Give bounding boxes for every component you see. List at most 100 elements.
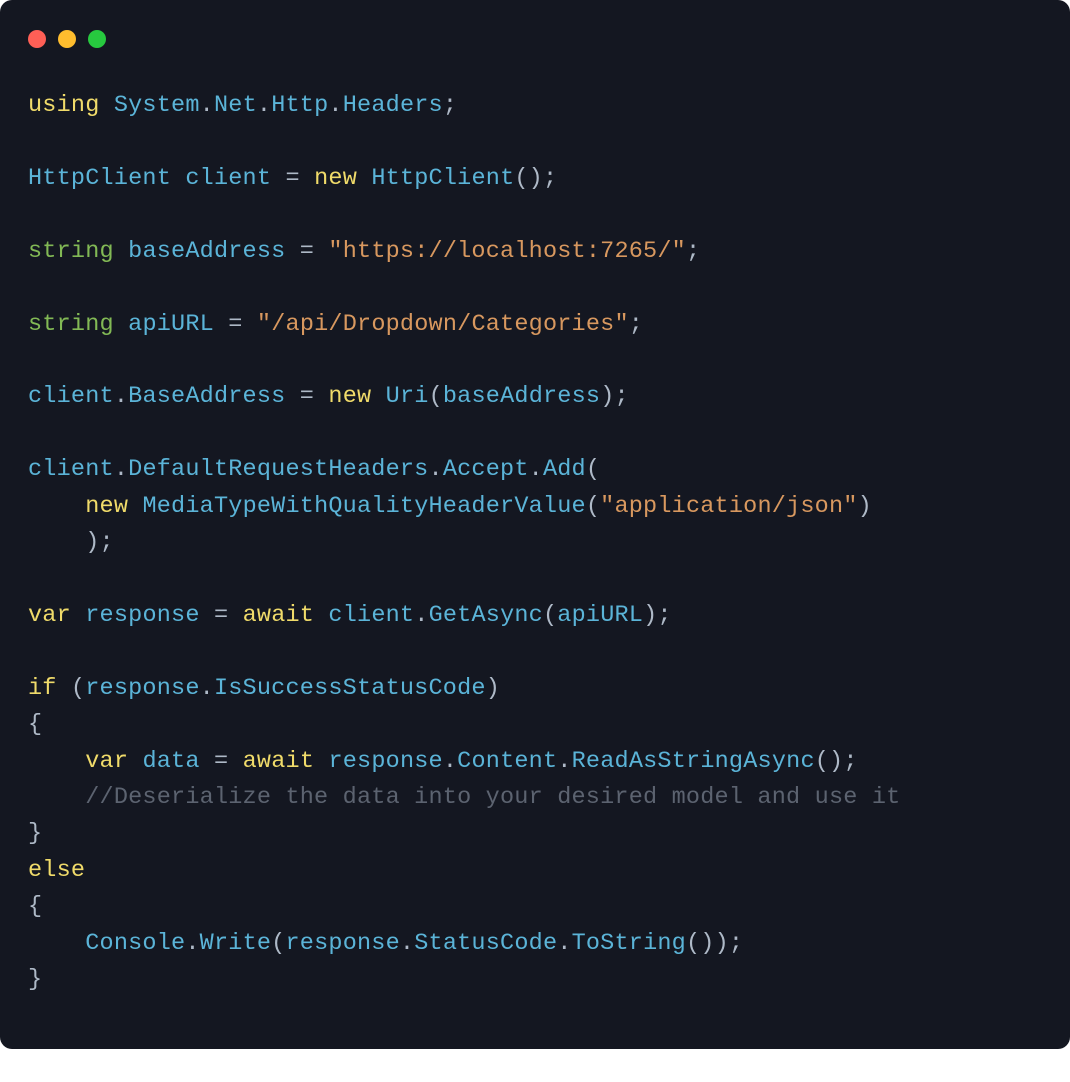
code-token bbox=[128, 493, 142, 520]
code-token: . bbox=[429, 456, 443, 483]
code-token: HttpClient bbox=[371, 165, 514, 192]
code-token: ( bbox=[586, 456, 600, 483]
code-token: "/api/Dropdown/Categories" bbox=[257, 311, 629, 338]
code-token: BaseAddress bbox=[128, 383, 285, 410]
code-token: ()); bbox=[686, 930, 743, 957]
code-token: ( bbox=[429, 383, 443, 410]
close-icon[interactable] bbox=[28, 30, 46, 48]
code-token: ; bbox=[686, 238, 700, 265]
code-token: Console bbox=[85, 930, 185, 957]
code-token: = bbox=[300, 238, 314, 265]
code-token: baseAddress bbox=[128, 238, 285, 265]
code-token: . bbox=[200, 675, 214, 702]
code-token: ); bbox=[643, 602, 672, 629]
code-token: Net bbox=[214, 92, 257, 119]
code-token: ; bbox=[443, 92, 457, 119]
code-token: { bbox=[28, 893, 42, 920]
code-token: await bbox=[243, 602, 315, 629]
code-token bbox=[228, 602, 242, 629]
code-token: new bbox=[85, 493, 128, 520]
code-token bbox=[200, 602, 214, 629]
code-token: Headers bbox=[343, 92, 443, 119]
code-token bbox=[28, 493, 85, 520]
code-token: Write bbox=[200, 930, 272, 957]
code-token: = bbox=[214, 748, 228, 775]
code-token: else bbox=[28, 857, 85, 884]
code-token: . bbox=[257, 92, 271, 119]
code-token: DefaultRequestHeaders bbox=[128, 456, 428, 483]
minimize-icon[interactable] bbox=[58, 30, 76, 48]
code-token: = bbox=[228, 311, 242, 338]
code-token bbox=[214, 311, 228, 338]
code-token: response bbox=[285, 930, 399, 957]
code-token: string bbox=[28, 311, 114, 338]
code-token: . bbox=[557, 748, 571, 775]
code-token: apiURL bbox=[557, 602, 643, 629]
code-token: (); bbox=[815, 748, 858, 775]
code-token: . bbox=[443, 748, 457, 775]
window-titlebar bbox=[0, 0, 1070, 58]
code-token: response bbox=[85, 675, 199, 702]
code-token: ( bbox=[543, 602, 557, 629]
code-token bbox=[300, 165, 314, 192]
code-token: ( bbox=[57, 675, 86, 702]
code-token: ; bbox=[629, 311, 643, 338]
code-token: . bbox=[400, 930, 414, 957]
code-token bbox=[228, 748, 242, 775]
code-token: { bbox=[28, 711, 42, 738]
code-token bbox=[200, 748, 214, 775]
code-token: apiURL bbox=[128, 311, 214, 338]
code-token bbox=[314, 383, 328, 410]
code-token: . bbox=[114, 383, 128, 410]
code-token: client bbox=[185, 165, 271, 192]
code-token bbox=[271, 165, 285, 192]
code-token: IsSuccessStatusCode bbox=[214, 675, 486, 702]
code-token: //Deserialize the data into your desired… bbox=[85, 784, 900, 811]
code-token: response bbox=[328, 748, 442, 775]
code-token: ReadAsStringAsync bbox=[572, 748, 815, 775]
code-block: using System.Net.Http.Headers; HttpClien… bbox=[0, 58, 1070, 999]
code-token: string bbox=[28, 238, 114, 265]
code-token bbox=[28, 930, 85, 957]
code-token: ToString bbox=[572, 930, 686, 957]
code-token: = bbox=[214, 602, 228, 629]
code-token: ( bbox=[271, 930, 285, 957]
code-token: response bbox=[85, 602, 199, 629]
code-token bbox=[314, 748, 328, 775]
code-token bbox=[28, 784, 85, 811]
code-token: . bbox=[414, 602, 428, 629]
code-token bbox=[114, 238, 128, 265]
code-token: = bbox=[300, 383, 314, 410]
code-token: MediaTypeWithQualityHeaderValue bbox=[142, 493, 585, 520]
code-token: ( bbox=[586, 493, 600, 520]
code-token: new bbox=[314, 165, 357, 192]
code-token: client bbox=[28, 456, 114, 483]
code-token bbox=[114, 311, 128, 338]
code-token: HttpClient bbox=[28, 165, 171, 192]
code-token bbox=[314, 602, 328, 629]
code-token bbox=[243, 311, 257, 338]
code-token: . bbox=[557, 930, 571, 957]
code-token bbox=[100, 92, 114, 119]
zoom-icon[interactable] bbox=[88, 30, 106, 48]
code-token: ) bbox=[486, 675, 500, 702]
code-token: ); bbox=[28, 529, 114, 556]
code-token bbox=[285, 383, 299, 410]
code-token: . bbox=[328, 92, 342, 119]
code-token: . bbox=[529, 456, 543, 483]
code-token: Uri bbox=[386, 383, 429, 410]
code-token: await bbox=[243, 748, 315, 775]
code-token: "https://localhost:7265/" bbox=[328, 238, 686, 265]
code-token: = bbox=[285, 165, 299, 192]
code-token: } bbox=[28, 966, 42, 993]
code-token: "application/json" bbox=[600, 493, 857, 520]
code-token: GetAsync bbox=[429, 602, 543, 629]
code-token: System bbox=[114, 92, 200, 119]
code-token: StatusCode bbox=[414, 930, 557, 957]
code-token bbox=[371, 383, 385, 410]
code-token: client bbox=[328, 602, 414, 629]
code-token: ) bbox=[858, 493, 872, 520]
code-token: baseAddress bbox=[443, 383, 600, 410]
code-token: new bbox=[328, 383, 371, 410]
code-token bbox=[357, 165, 371, 192]
